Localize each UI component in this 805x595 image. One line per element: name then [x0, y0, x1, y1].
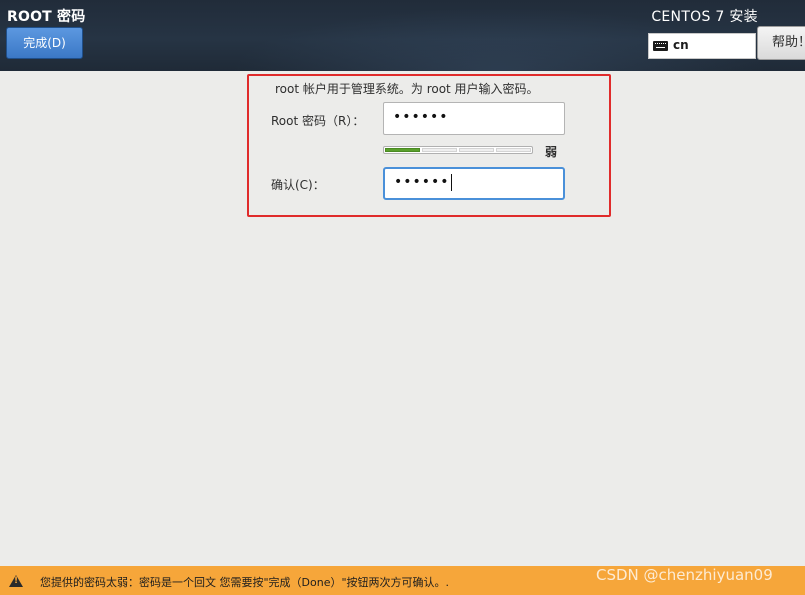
strength-segment — [496, 148, 531, 152]
warning-icon — [9, 575, 23, 587]
warning-message: 您提供的密码太弱：密码是一个回文 您需要按"完成（Done）"按钮两次方可确认。… — [40, 576, 450, 589]
page-title: ROOT 密码 — [7, 9, 86, 25]
confirm-password-input[interactable]: •••••• — [383, 167, 565, 200]
info-text: root 帐户用于管理系统。为 root 用户输入密码。 — [275, 82, 539, 96]
confirm-password-label: 确认(C)： — [271, 178, 325, 192]
product-title: CENTOS 7 安装 — [651, 9, 758, 25]
root-password-input[interactable]: •••••• — [383, 102, 565, 135]
help-button[interactable]: 帮助！ — [757, 26, 805, 60]
header-bar: ROOT 密码 完成(D) CENTOS 7 安装 cn 帮助！ — [0, 0, 805, 71]
done-button[interactable]: 完成(D) — [6, 27, 83, 59]
root-password-label: Root 密码（R）： — [271, 114, 365, 128]
watermark: CSDN @chenzhiyuan09 — [596, 566, 773, 584]
text-cursor — [450, 173, 452, 191]
keyboard-layout-label: cn — [673, 38, 689, 52]
confirm-password-value: •••••• — [394, 174, 450, 190]
keyboard-layout-indicator[interactable]: cn — [648, 33, 756, 59]
password-strength-label: 弱 — [545, 145, 558, 159]
strength-segment — [459, 148, 494, 152]
strength-segment — [422, 148, 457, 152]
strength-segment — [385, 148, 420, 152]
root-password-value: •••••• — [393, 109, 449, 125]
keyboard-icon — [653, 41, 668, 51]
password-strength-meter — [383, 146, 533, 154]
